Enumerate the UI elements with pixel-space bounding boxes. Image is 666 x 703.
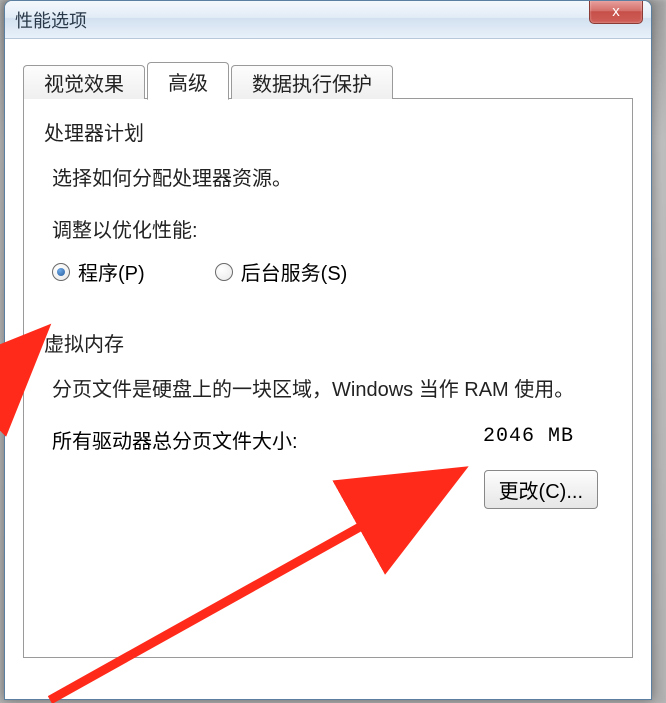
processor-scheduling-group: 处理器计划 选择如何分配处理器资源。 调整以优化性能: 程序(P) 后台服务(S…	[46, 117, 610, 298]
tab-panel-advanced: 处理器计划 选择如何分配处理器资源。 调整以优化性能: 程序(P) 后台服务(S…	[23, 98, 633, 658]
change-button[interactable]: 更改(C)...	[484, 470, 598, 509]
group-frame: 分页文件是硬盘上的一块区域，Windows 当作 RAM 使用。 所有驱动器总分…	[46, 365, 610, 521]
tab-strip: 视觉效果 高级 数据执行保护	[23, 61, 633, 99]
button-row: 更改(C)...	[52, 470, 604, 509]
vmem-total-value: 2046 MB	[483, 425, 604, 454]
tab-dep[interactable]: 数据执行保护	[231, 65, 393, 99]
radio-background-services[interactable]: 后台服务(S)	[215, 257, 348, 286]
adjust-label: 调整以优化性能:	[52, 214, 604, 243]
tab-label: 数据执行保护	[252, 68, 372, 97]
titlebar[interactable]: 性能选项 x	[5, 1, 651, 39]
tab-visual-effects[interactable]: 视觉效果	[23, 65, 145, 99]
radio-icon	[215, 263, 233, 281]
close-icon: x	[612, 3, 620, 20]
radio-label: 后台服务(S)	[241, 257, 348, 286]
tab-label: 高级	[168, 67, 208, 96]
vmem-total-row: 所有驱动器总分页文件大小: 2046 MB	[52, 425, 604, 454]
button-label: 更改(C)...	[499, 481, 583, 503]
performance-options-window: 性能选项 x 视觉效果 高级 数据执行保护 处理器计划 选择如何分配处理器资源。…	[4, 0, 652, 700]
virtual-memory-group: 虚拟内存 分页文件是硬盘上的一块区域，Windows 当作 RAM 使用。 所有…	[46, 328, 610, 521]
vmem-total-label: 所有驱动器总分页文件大小:	[52, 425, 298, 454]
window-title: 性能选项	[15, 7, 87, 33]
radio-label: 程序(P)	[78, 257, 145, 286]
close-button[interactable]: x	[589, 0, 643, 24]
group-frame: 选择如何分配处理器资源。 调整以优化性能: 程序(P) 后台服务(S)	[46, 154, 610, 298]
window-content: 视觉效果 高级 数据执行保护 处理器计划 选择如何分配处理器资源。 调整以优化性…	[5, 39, 651, 699]
tab-label: 视觉效果	[44, 68, 124, 97]
group-title-vmem: 虚拟内存	[40, 328, 128, 357]
radio-row: 程序(P) 后台服务(S)	[52, 257, 604, 286]
tab-advanced[interactable]: 高级	[147, 62, 229, 100]
radio-icon	[52, 263, 70, 281]
group-title-processor: 处理器计划	[40, 117, 148, 146]
vmem-desc: 分页文件是硬盘上的一块区域，Windows 当作 RAM 使用。	[52, 375, 604, 405]
processor-desc: 选择如何分配处理器资源。	[52, 164, 604, 194]
radio-programs[interactable]: 程序(P)	[52, 257, 145, 286]
